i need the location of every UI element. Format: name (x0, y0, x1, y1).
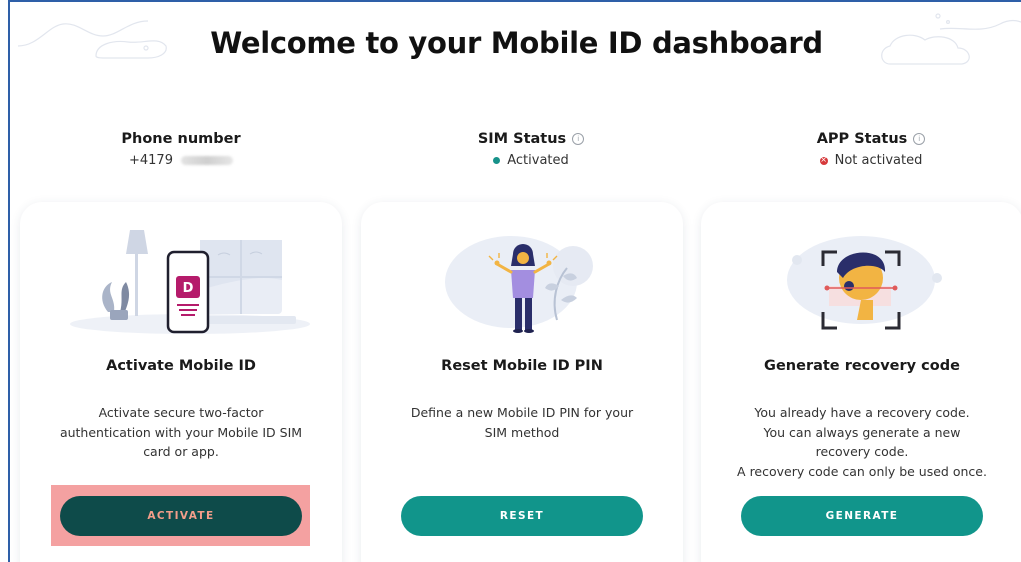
card-description-line: You already have a recovery code. (754, 405, 970, 420)
sim-status-block: SIM Status i Activated (406, 128, 656, 168)
phone-mobile-id-illustration-icon: D (70, 230, 310, 334)
dashboard-frame: Welcome to your Mobile ID dashboard Phon… (8, 0, 1021, 562)
card-description-line: recovery code. (815, 444, 909, 459)
app-status-label: APP Status i (817, 131, 926, 147)
status-error-x-icon (819, 154, 828, 166)
card-description-line: authentication with your Mobile ID SIM (59, 424, 303, 440)
card-title: Generate recovery code (764, 358, 960, 374)
card-activate-mobile-id: D Activate Mobile ID Activate secure two… (20, 202, 342, 562)
app-status-block: APP Status i Not activated (746, 128, 996, 169)
phone-number-prefix: +4179 (129, 153, 173, 168)
info-icon[interactable]: i (913, 133, 926, 145)
app-status-label-text: APP Status (816, 131, 908, 147)
card-title: Activate Mobile ID (106, 358, 256, 374)
card-description: Define a new Mobile ID PIN for your SIM … (379, 403, 665, 442)
status-ok-dot-icon (493, 157, 501, 164)
card-description: You already have a recovery code. You ca… (711, 403, 1013, 481)
card-description-line: A recovery code can only be used once. (737, 463, 987, 479)
card-generate-recovery-code: Generate recovery code You already have … (701, 202, 1021, 562)
phone-number-label-text: Phone number (121, 131, 241, 147)
card-description-line: SIM method (484, 424, 560, 440)
app-status-value: Not activated (819, 153, 923, 168)
reset-button[interactable]: RESET (401, 496, 643, 536)
card-reset-pin: Reset Mobile ID PIN Define a new Mobile … (361, 202, 683, 562)
svg-text:D: D (183, 281, 194, 296)
sim-status-label-text: SIM Status (477, 131, 567, 147)
phone-number-redacted (180, 156, 233, 165)
card-description-line: You can always generate a new (763, 424, 961, 440)
sim-status-label: SIM Status i (477, 131, 585, 147)
generate-button[interactable]: GENERATE (741, 496, 983, 536)
sim-status-value: Activated (493, 153, 569, 168)
card-description: Activate secure two-factor authenticatio… (38, 403, 324, 462)
card-description-line: card or app. (143, 444, 219, 459)
card-title: Reset Mobile ID PIN (441, 358, 603, 374)
info-icon[interactable]: i (572, 133, 585, 145)
person-shrug-illustration-icon (445, 236, 593, 333)
app-status-text: Not activated (834, 153, 923, 168)
phone-number-block: Phone number +4179 (56, 128, 306, 168)
card-description-line: Activate secure two-factor (98, 405, 264, 420)
page-title: Welcome to your Mobile ID dashboard (210, 26, 823, 60)
face-scan-illustration-icon (787, 236, 942, 330)
card-description-line: Define a new Mobile ID PIN for your (410, 405, 634, 420)
phone-number-value: +4179 (129, 153, 233, 168)
phone-number-label: Phone number (121, 131, 240, 147)
sim-status-text: Activated (507, 153, 569, 168)
activate-button[interactable]: ACTIVATE (60, 496, 302, 536)
